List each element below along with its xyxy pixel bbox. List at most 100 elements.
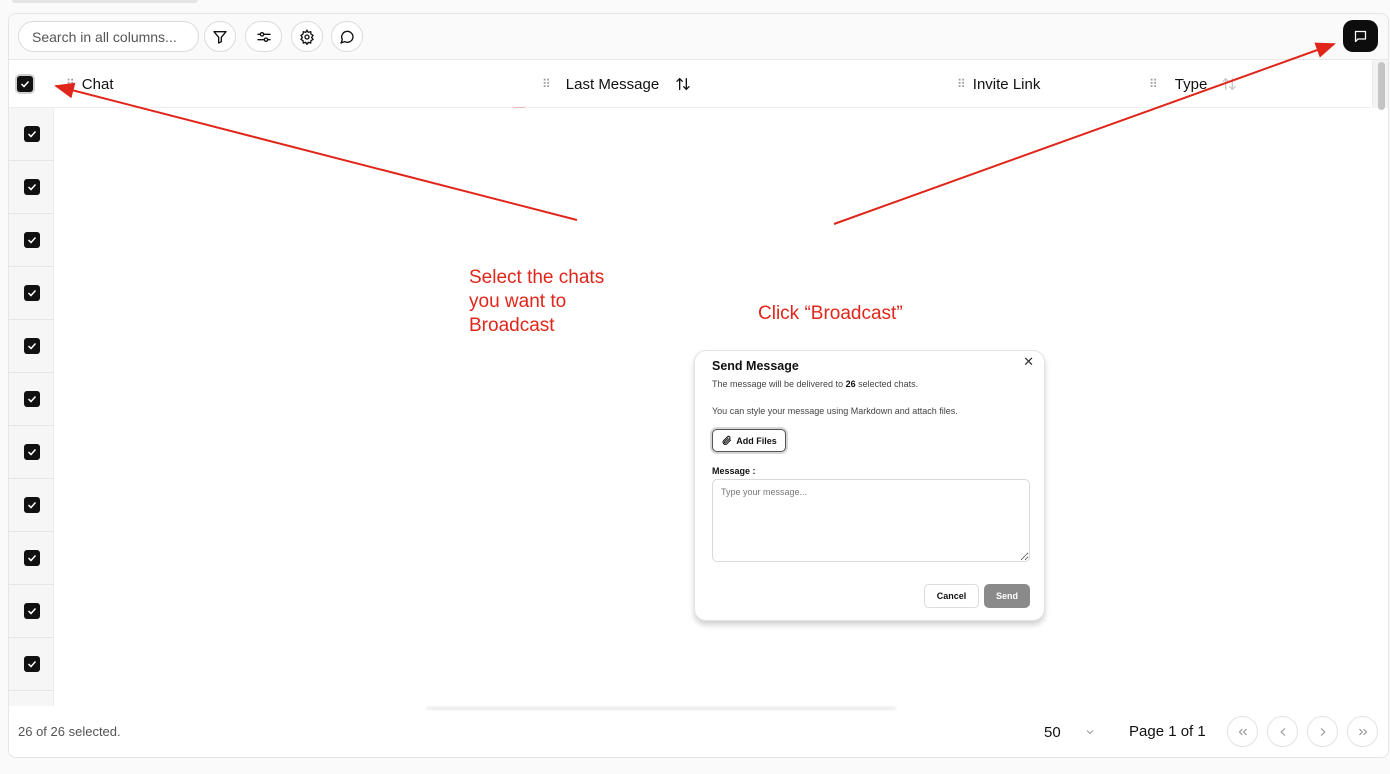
check-icon [27,395,36,403]
desc-suffix: selected chats. [855,379,919,389]
page-size-value: 50 [1044,723,1061,741]
table-row[interactable] [9,479,54,532]
search-input[interactable] [18,21,199,52]
row-checkbox[interactable] [23,338,40,354]
row-checkbox[interactable] [23,232,40,248]
selected-count: 26 [845,379,856,389]
toolbar [9,14,1388,60]
column-label: Chat [81,75,114,93]
paperclip-icon [722,435,732,445]
page-indicator: Page 1 of 1 [1129,723,1206,740]
drag-handle-icon[interactable]: ⠿ [542,77,551,91]
select-all-checkbox[interactable] [17,76,33,92]
top-tab-indicator [12,0,198,3]
row-checkbox[interactable] [23,179,40,195]
first-page-button[interactable] [1227,716,1258,747]
add-files-button[interactable]: Add Files [712,429,786,452]
scrollbar-thumb[interactable] [1378,62,1385,110]
row-checkbox[interactable] [23,497,40,513]
row-checkbox[interactable] [23,126,40,142]
message-square-icon [1354,30,1367,42]
table-row[interactable] [9,267,54,320]
dialog-title: Send Message [712,359,799,373]
check-icon [27,130,36,138]
column-label: Last Message [565,75,660,93]
check-icon [27,183,36,191]
check-icon [27,554,36,562]
annotation-line: Select the chats [469,267,605,288]
row-checkbox[interactable] [23,285,40,301]
next-page-button[interactable] [1307,716,1338,747]
row-checkbox[interactable] [23,391,40,407]
filter-button[interactable] [204,21,236,52]
check-icon [27,607,36,615]
close-icon[interactable]: ✕ [1023,354,1034,370]
sort-arrows-icon[interactable] [1221,76,1237,92]
send-button[interactable]: Send [984,584,1030,608]
adjust-button[interactable] [245,21,282,52]
message-label: Message : [712,466,756,476]
table-row[interactable] [9,214,54,267]
prev-page-button[interactable] [1267,716,1298,747]
selection-count: 26 of 26 selected. [18,724,121,739]
select-all-cell[interactable] [17,60,33,108]
column-header-last-message[interactable]: ⠿ Last Message [542,60,691,108]
chevron-down-icon [1086,730,1094,735]
message-circle-icon [340,30,354,44]
table-row[interactable] [9,320,54,373]
row-checkbox[interactable] [23,550,40,566]
broadcast-button[interactable] [1343,20,1378,52]
prev-page-icon [1279,727,1285,736]
first-page-icon [1238,728,1247,735]
page-size-select[interactable]: 50 [1044,716,1096,748]
row-checkbox[interactable] [23,603,40,619]
dialog-hint: You can style your message using Markdow… [712,406,958,416]
row-checkbox[interactable] [23,656,40,672]
drag-handle-icon[interactable]: ⠿ [66,77,75,91]
next-page-icon [1320,727,1326,736]
check-icon [27,501,36,509]
filter-icon [213,30,227,44]
column-header-type[interactable]: ⠿ Type [1149,60,1237,108]
annotation-mark [512,105,526,108]
annotation-click-broadcast: Click “Broadcast” [758,303,903,324]
annotation-select-chats: Select the chats you want to Broadcast [469,266,604,338]
annotation-line: Broadcast [469,315,555,336]
column-label: Invite Link [972,75,1041,93]
settings-button[interactable] [291,21,323,52]
add-files-label: Add Files [736,435,777,446]
send-message-dialog: ✕ Send Message The message will be deliv… [694,350,1045,621]
table-row[interactable] [9,532,54,585]
column-header-chat[interactable]: ⠿ Chat [66,60,113,108]
cancel-button[interactable]: Cancel [924,584,979,608]
check-icon [27,342,36,350]
message-field[interactable] [712,479,1030,562]
table-row[interactable] [9,108,54,161]
check-icon [27,289,36,297]
sort-arrows-icon[interactable] [675,76,691,92]
table-row[interactable] [9,161,54,214]
column-label: Type [1174,75,1208,93]
last-page-button[interactable] [1347,716,1378,747]
desc-prefix: The message will be delivered to [712,379,846,389]
selection-column [9,108,54,706]
chat-button[interactable] [331,21,363,52]
row-checkbox[interactable] [23,444,40,460]
table-row[interactable] [9,638,54,691]
column-header-invite-link[interactable]: ⠿ Invite Link [957,60,1040,108]
check-icon [27,660,36,668]
drag-handle-icon[interactable]: ⠿ [957,77,966,91]
table-header: ⠿ Chat ⠿ Last Message ⠿ Invite Link ⠿ Ty… [9,60,1371,108]
table-row[interactable] [9,373,54,426]
table-row[interactable] [9,585,54,638]
check-icon [27,236,36,244]
drag-handle-icon[interactable]: ⠿ [1149,77,1158,91]
check-icon [27,448,36,456]
table-row[interactable] [9,426,54,479]
dialog-description: The message will be delivered to 26 sele… [712,379,918,389]
gear-icon [300,28,314,45]
footer-shadow [426,707,896,711]
table-footer: 26 of 26 selected. 50 Page 1 of 1 [9,706,1388,757]
last-page-icon [1358,728,1367,735]
sliders-icon [256,31,271,42]
